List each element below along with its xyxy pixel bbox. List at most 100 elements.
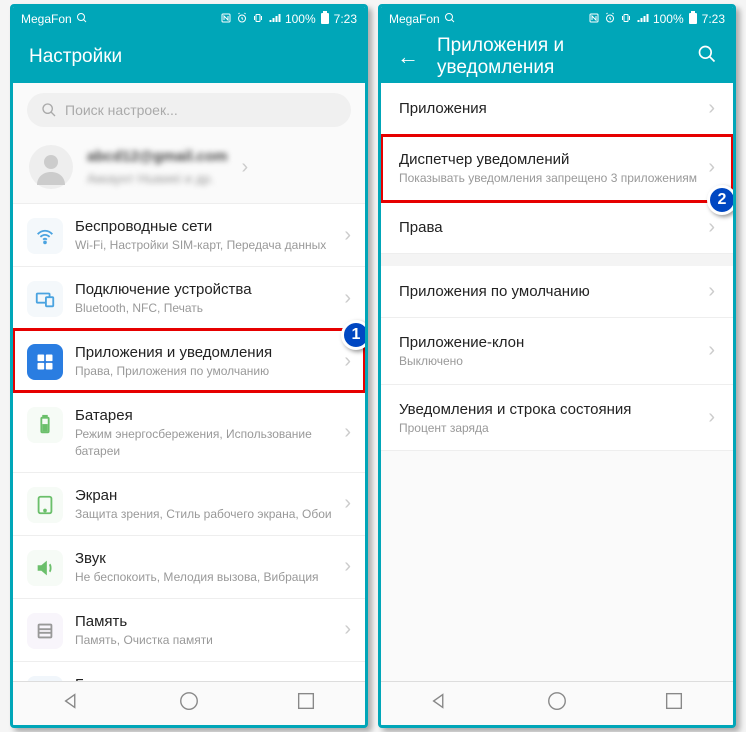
profile-text: abcd12@gmail.com Аккаунт Huawei и др. — [87, 146, 228, 188]
nav-bar — [13, 681, 365, 725]
chevron-right-icon: › — [344, 287, 351, 310]
row-device-connection[interactable]: Подключение устройстваBluetooth, NFC, Пе… — [13, 266, 365, 329]
vibrate-icon — [252, 12, 264, 27]
search-button[interactable] — [697, 44, 717, 70]
chevron-right-icon: › — [708, 97, 715, 120]
memory-icon — [27, 613, 63, 649]
nav-back-icon[interactable] — [429, 690, 451, 717]
back-button[interactable]: ← — [397, 44, 419, 70]
row-notif-statusbar[interactable]: Уведомления и строка состояния Процент з… — [381, 385, 733, 452]
profile-row[interactable]: abcd12@gmail.com Аккаунт Huawei и др. › — [13, 137, 365, 203]
battery-label: 100% — [285, 12, 316, 26]
nav-bar — [381, 681, 733, 725]
chevron-right-icon: › — [344, 555, 351, 578]
profile-sub: Аккаунт Huawei и др. — [87, 169, 228, 189]
row-battery[interactable]: БатареяРежим энергосбережения, Использов… — [13, 392, 365, 472]
chevron-right-icon: › — [344, 618, 351, 641]
row-title: Беспроводные сети — [75, 216, 332, 237]
content-area: Поиск настроек... abcd12@gmail.com Аккау… — [13, 83, 365, 681]
row-sub: Не беспокоить, Мелодия вызова, Вибрация — [75, 569, 332, 586]
row-sub: Показывать уведомления запрещено 3 прило… — [399, 170, 708, 187]
status-bar: MegaFon 100% 7:23 — [381, 7, 733, 31]
status-right: 100% 7:23 — [220, 11, 357, 28]
row-permissions[interactable]: Права › — [381, 202, 733, 254]
battery-label: 100% — [653, 12, 684, 26]
row-title: Приложения — [399, 98, 708, 119]
row-title: Батарея — [75, 405, 332, 426]
row-title: Звук — [75, 548, 332, 569]
nfc-icon — [220, 12, 232, 27]
nav-recent-icon[interactable] — [295, 690, 317, 717]
search-small-icon — [76, 12, 88, 27]
row-title: Приложения по умолчанию — [399, 281, 708, 302]
row-default-apps[interactable]: Приложения по умолчанию › — [381, 266, 733, 318]
row-title: Безопасность и конфиденциальность — [75, 674, 332, 681]
nav-recent-icon[interactable] — [663, 690, 685, 717]
row-notification-manager[interactable]: Диспетчер уведомлений Показывать уведомл… — [381, 135, 733, 202]
alarm-icon — [236, 12, 248, 27]
header: Настройки — [13, 31, 365, 83]
row-sub: Процент заряда — [399, 420, 708, 437]
screen-icon — [27, 487, 63, 523]
battery-icon — [688, 11, 698, 28]
chevron-right-icon: › — [708, 406, 715, 429]
row-sub: Защита зрения, Стиль рабочего экрана, Об… — [75, 506, 332, 523]
nav-home-icon[interactable] — [178, 690, 200, 717]
search-input[interactable]: Поиск настроек... — [27, 93, 351, 127]
alarm-icon — [604, 12, 616, 27]
connection-icon — [27, 281, 63, 317]
battery-icon — [27, 407, 63, 443]
wifi-icon — [27, 218, 63, 254]
chevron-right-icon: › — [242, 156, 249, 179]
avatar — [29, 145, 73, 189]
row-apps-notifications[interactable]: Приложения и уведомленияПрава, Приложени… — [13, 329, 365, 392]
row-title: Память — [75, 611, 332, 632]
row-title: Приложение-клон — [399, 332, 708, 353]
row-memory[interactable]: ПамятьПамять, Очистка памяти › — [13, 598, 365, 661]
phone-right: MegaFon 100% 7:23 ← Приложения и уведомл… — [378, 4, 736, 728]
apps-icon — [27, 344, 63, 380]
nav-back-icon[interactable] — [61, 690, 83, 717]
step-badge-2: 2 — [707, 185, 733, 215]
search-small-icon — [444, 12, 456, 27]
time-label: 7:23 — [702, 12, 725, 26]
row-screen[interactable]: ЭкранЗащита зрения, Стиль рабочего экран… — [13, 472, 365, 535]
row-wireless[interactable]: Беспроводные сетиWi-Fi, Настройки SIM-ка… — [13, 203, 365, 266]
vibrate-icon — [620, 12, 632, 27]
row-sub: Wi-Fi, Настройки SIM-карт, Передача данн… — [75, 237, 332, 254]
row-title: Диспетчер уведомлений — [399, 149, 708, 170]
header: ← Приложения и уведомления — [381, 31, 733, 83]
chevron-right-icon: › — [708, 339, 715, 362]
chevron-right-icon: › — [344, 421, 351, 444]
status-left: MegaFon — [21, 12, 88, 27]
row-apps[interactable]: Приложения › — [381, 83, 733, 135]
profile-email: abcd12@gmail.com — [87, 146, 228, 169]
sound-icon — [27, 550, 63, 586]
row-sub: Режим энергосбережения, Использование ба… — [75, 426, 332, 460]
signal-icon — [636, 12, 649, 27]
section-gap — [381, 254, 733, 266]
shield-icon — [27, 676, 63, 681]
row-sound[interactable]: ЗвукНе беспокоить, Мелодия вызова, Вибра… — [13, 535, 365, 598]
row-security[interactable]: Безопасность и конфиденциальностьДатчик … — [13, 661, 365, 681]
row-app-twin[interactable]: Приложение-клон Выключено › — [381, 318, 733, 385]
status-right: 100% 7:23 — [588, 11, 725, 28]
row-title: Уведомления и строка состояния — [399, 399, 708, 420]
search-placeholder: Поиск настроек... — [65, 102, 178, 118]
signal-icon — [268, 12, 281, 27]
row-title: Права — [399, 217, 708, 238]
search-icon — [41, 102, 57, 118]
chevron-right-icon: › — [344, 350, 351, 373]
battery-icon — [320, 11, 330, 28]
row-title: Подключение устройства — [75, 279, 332, 300]
chevron-right-icon: › — [344, 492, 351, 515]
time-label: 7:23 — [334, 12, 357, 26]
row-sub: Выключено — [399, 353, 708, 370]
status-bar: MegaFon 100% 7:23 — [13, 7, 365, 31]
nav-home-icon[interactable] — [546, 690, 568, 717]
chevron-right-icon: › — [344, 224, 351, 247]
row-sub: Bluetooth, NFC, Печать — [75, 300, 332, 317]
carrier-label: MegaFon — [389, 12, 440, 26]
chevron-right-icon: › — [708, 216, 715, 239]
status-left: MegaFon — [389, 12, 456, 27]
